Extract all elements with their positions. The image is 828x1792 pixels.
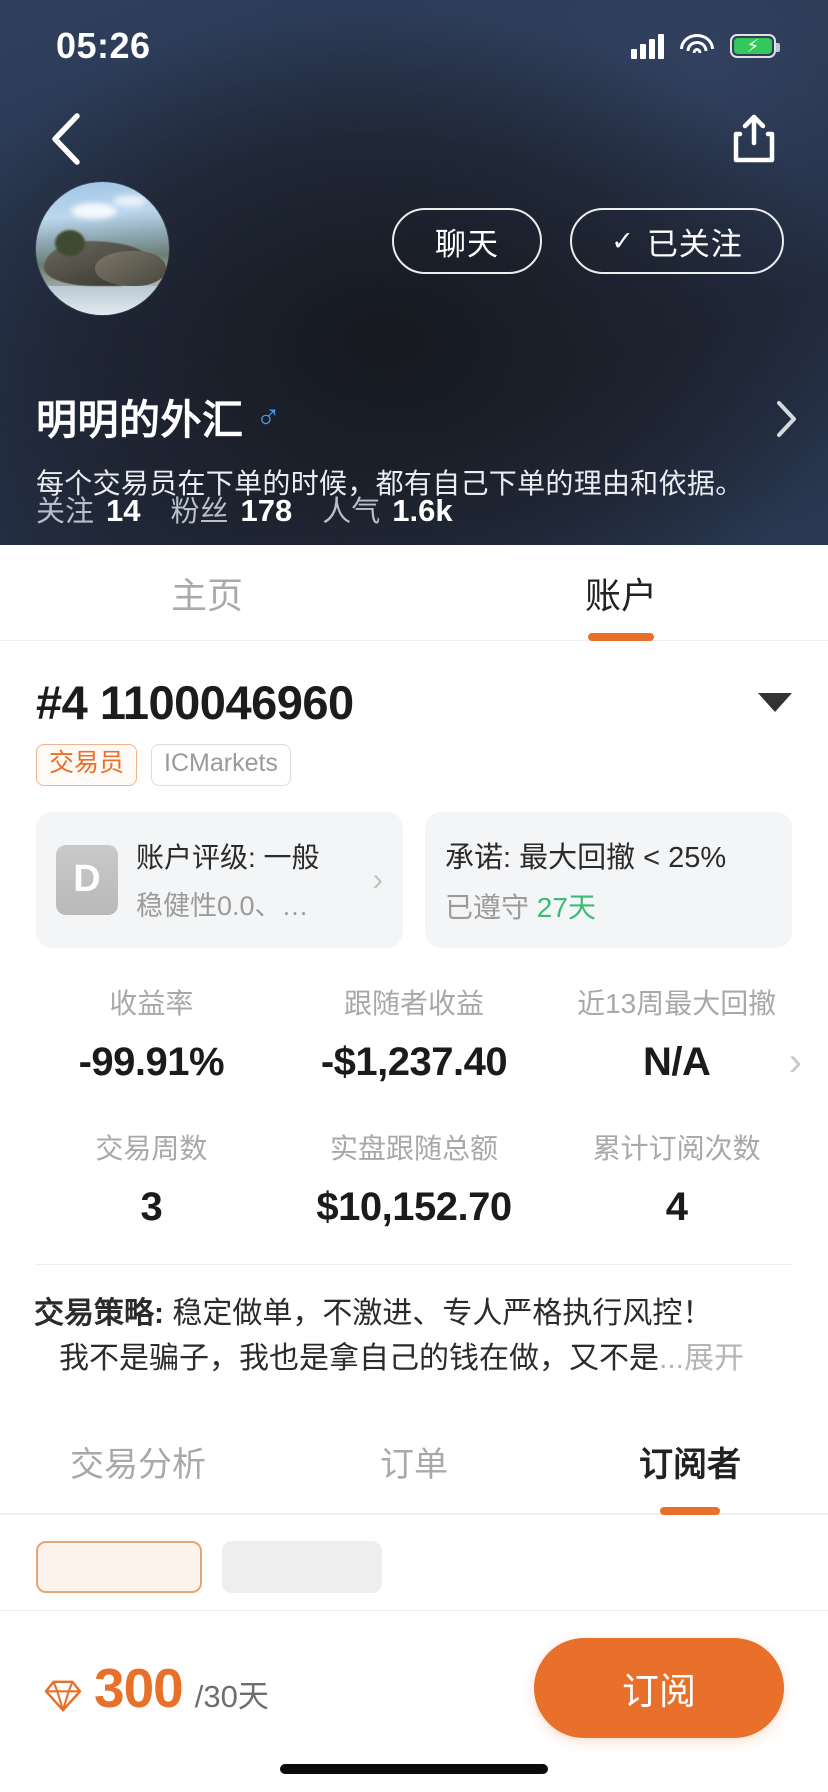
gender-male-icon: ♂ <box>255 396 282 435</box>
stat-total-subscriptions-value: 4 <box>665 1184 688 1229</box>
expand-button[interactable]: 展开 <box>684 1342 744 1375</box>
chat-button[interactable]: 聊天 <box>392 208 542 274</box>
account-number: #4 1100046960 <box>36 676 354 729</box>
stat-trading-weeks-value: 3 <box>140 1184 163 1229</box>
following-value: 14 <box>106 493 141 528</box>
back-chevron-icon[interactable] <box>36 110 94 168</box>
account-rating-subtitle: 稳健性0.0、… <box>136 891 309 921</box>
subscribe-button-label: 订阅 <box>622 1670 696 1712</box>
stats-next-chevron-icon[interactable]: › <box>789 1040 802 1085</box>
stat-follower-profit: 跟随者收益 -$1,237.40 <box>283 982 546 1085</box>
tab-account[interactable]: 账户 <box>414 545 828 640</box>
account-statistics[interactable]: 收益率 -99.91% 跟随者收益 -$1,237.40 近13周最大回撤 N/… <box>0 948 828 1230</box>
stat-total-copy-amount-label: 实盘跟随总额 <box>330 1132 499 1164</box>
account-rating-card[interactable]: D 账户评级: 一般 稳健性0.0、… › <box>36 811 403 948</box>
check-icon: ✓ <box>611 225 635 256</box>
profile-nickname: 明明的外汇 <box>36 397 244 443</box>
home-indicator <box>280 1764 548 1774</box>
popularity-label: 人气 <box>322 496 381 528</box>
badge-trader: 交易员 <box>36 744 138 786</box>
promise-card[interactable]: 承诺: 最大回撤 < 25% 已遵守 27天 <box>425 811 792 948</box>
account-header: #4 1100046960 <box>0 641 828 730</box>
following-label: 关注 <box>36 496 95 528</box>
bottom-tab-bar: 交易分析 订单 订阅者 <box>0 1410 828 1515</box>
stat-total-subscriptions: 累计订阅次数 4 <box>545 1127 808 1230</box>
diamond-icon <box>44 1680 82 1711</box>
stat-follower-profit-value: -$1,237.40 <box>320 1039 508 1084</box>
status-bar: 05:26 ⚡ <box>0 0 828 92</box>
tab-orders-label: 订单 <box>380 1446 448 1484</box>
stat-max-drawdown: 近13周最大回撤 N/A <box>545 982 808 1085</box>
promise-title: 承诺: 最大回撤 < 25% <box>445 841 727 874</box>
tab-orders[interactable]: 订单 <box>276 1411 552 1513</box>
caret-down-icon[interactable] <box>758 693 792 712</box>
tab-subscribers-label: 订阅者 <box>639 1446 741 1484</box>
subscription-price-value: 300 <box>94 1656 184 1719</box>
status-bar-time: 05:26 <box>56 25 151 66</box>
profile-action-buttons: 聊天 ✓ 已关注 <box>392 182 784 274</box>
filter-chip[interactable] <box>222 1540 382 1593</box>
stat-trading-weeks: 交易周数 3 <box>20 1127 283 1230</box>
user-avatar[interactable] <box>36 182 169 315</box>
trading-strategy-text: 交易策略: 稳定做单，不激进、专人严格执行风控！ 我不是骗子，我也是拿自己的钱在… <box>0 1265 828 1381</box>
account-info-cards: D 账户评级: 一般 稳健性0.0、… › 承诺: 最大回撤 < 25% 已遵守… <box>0 786 828 948</box>
stat-total-copy-amount-value: $10,152.70 <box>316 1184 512 1229</box>
filter-chip-selected[interactable] <box>36 1540 202 1593</box>
followers-value: 178 <box>240 493 293 528</box>
stat-trading-weeks-label: 交易周数 <box>95 1132 208 1164</box>
battery-charging-icon: ⚡ <box>730 34 780 58</box>
account-rating-title: 账户评级: 一般 <box>136 842 320 873</box>
follow-button-label: 已关注 <box>646 226 743 262</box>
filter-chip-row <box>0 1515 828 1593</box>
badge-broker: ICMarkets <box>151 744 291 786</box>
stat-max-drawdown-label: 近13周最大回撤 <box>577 987 777 1019</box>
promise-status-prefix: 已遵守 <box>445 891 530 923</box>
profile-identity[interactable]: 明明的外汇 ♂ 每个交易员在下单的时候，都有自己下单的理由和依据。… <box>36 386 736 502</box>
app-screen: 05:26 ⚡ 聊天 ✓ 已关注 明明的外汇 ♂ 每个交易员在下单的时候，都有自… <box>0 0 828 1792</box>
chevron-right-icon: › <box>372 861 383 897</box>
stat-max-drawdown-value: N/A <box>642 1039 711 1084</box>
share-icon[interactable] <box>726 110 782 168</box>
stat-return-rate-value: -99.91% <box>78 1039 225 1084</box>
tab-trade-analysis-label: 交易分析 <box>70 1446 206 1484</box>
account-grade-badge: D <box>56 844 118 915</box>
cellular-signal-icon <box>631 33 664 59</box>
stat-follower-profit-label: 跟随者收益 <box>344 987 485 1019</box>
tab-homepage[interactable]: 主页 <box>0 545 414 640</box>
status-bar-icons: ⚡ <box>631 33 780 59</box>
stats-row-secondary: 交易周数 3 实盘跟随总额 $10,152.70 累计订阅次数 4 <box>0 1127 828 1230</box>
profile-detail-chevron-icon[interactable] <box>776 400 798 443</box>
followers-label: 粉丝 <box>170 496 229 528</box>
subscription-price: 300 /30天 <box>44 1656 269 1720</box>
promise-status: 已遵守 27天 <box>445 886 596 926</box>
top-tab-bar: 主页 账户 <box>0 545 828 641</box>
chat-button-label: 聊天 <box>435 226 499 262</box>
trading-strategy-line1: 稳定做单，不激进、专人严格执行风控！ <box>164 1296 713 1330</box>
promise-days: 27天 <box>536 891 596 923</box>
profile-counts: 关注 14 粉丝 178 人气 1.6k <box>36 488 471 530</box>
nav-bar <box>0 96 828 182</box>
follow-button[interactable]: ✓ 已关注 <box>570 208 784 274</box>
tab-subscribers[interactable]: 订阅者 <box>552 1411 828 1513</box>
stat-total-copy-amount: 实盘跟随总额 $10,152.70 <box>283 1127 546 1230</box>
content-sheet: 主页 账户 #4 1100046960 交易员 ICMarkets D 账户评级… <box>0 545 828 1792</box>
stat-total-subscriptions-label: 累计订阅次数 <box>592 1132 761 1164</box>
popularity-value: 1.6k <box>392 493 453 528</box>
tab-account-label: 账户 <box>584 574 657 616</box>
trading-strategy-ellipsis: ... <box>659 1341 685 1375</box>
account-badges: 交易员 ICMarkets <box>0 730 828 786</box>
trading-strategy-label: 交易策略: <box>34 1296 164 1330</box>
trading-strategy-line2: 我不是骗子，我也是拿自己的钱在做，又不是 <box>59 1341 660 1375</box>
stats-row-primary: 收益率 -99.91% 跟随者收益 -$1,237.40 近13周最大回撤 N/… <box>0 982 828 1085</box>
subscribe-button[interactable]: 订阅 <box>534 1637 784 1738</box>
stat-return-rate-label: 收益率 <box>109 987 194 1019</box>
tab-trade-analysis[interactable]: 交易分析 <box>0 1411 276 1513</box>
profile-header-row: 聊天 ✓ 已关注 <box>0 182 828 315</box>
wifi-icon <box>680 33 714 59</box>
subscription-price-unit: /30天 <box>194 1678 269 1714</box>
tab-homepage-label: 主页 <box>170 574 243 616</box>
stat-return-rate: 收益率 -99.91% <box>20 982 283 1085</box>
